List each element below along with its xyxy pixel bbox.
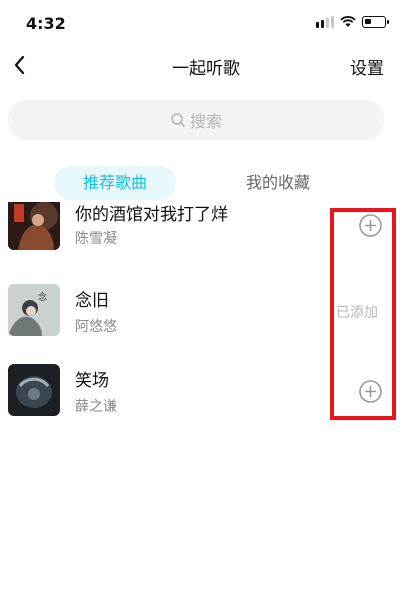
search-input[interactable]: 搜索 [8,100,384,140]
cellular-signal-icon [316,16,334,28]
search-placeholder: 搜索 [189,112,222,131]
status-time: 4:32 [26,14,66,33]
song-artist: 陈雪凝 [75,231,117,247]
tab-my-favorites[interactable]: 我的收藏 [226,166,330,200]
song-title: 念旧 [75,291,109,311]
battery-icon [362,16,389,28]
album-cover [8,202,60,250]
nav-bar: 一起听歌 设置 [0,46,412,86]
tab-bar: 推荐歌曲 我的收藏 [0,166,412,202]
song-artist: 薛之谦 [75,399,117,415]
highlight-box [330,208,396,420]
tab-recommended-songs[interactable]: 推荐歌曲 [54,166,176,200]
song-title: 笑场 [75,371,109,391]
search-icon [171,113,185,127]
album-cover: 念 [8,284,60,336]
song-artist: 阿悠悠 [75,319,117,335]
status-bar: 4:32 [0,0,412,44]
svg-text:念: 念 [38,291,47,303]
wifi-icon [340,16,356,27]
status-icons [316,16,389,28]
settings-button[interactable]: 设置 [350,54,384,79]
album-cover [8,364,60,416]
song-title: 你的酒馆对我打了烊 [75,205,228,225]
